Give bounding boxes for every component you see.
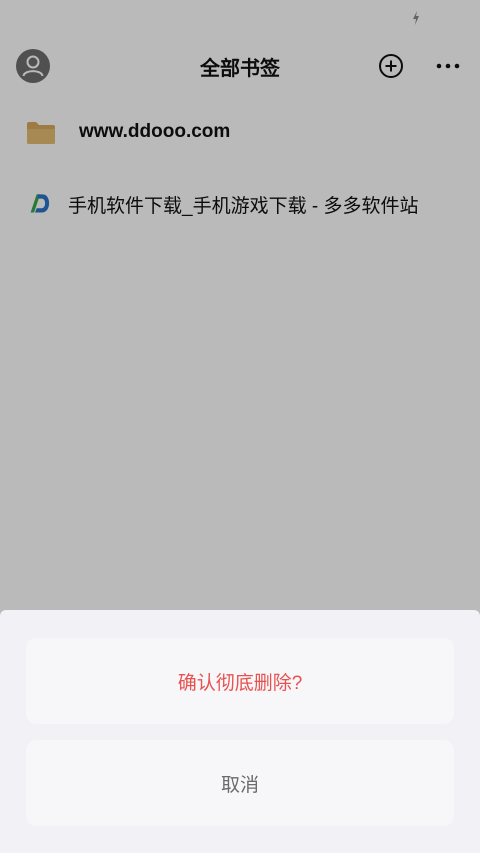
delete-action-sheet: 确认彻底删除? 取消: [0, 610, 480, 853]
bookmarks-screen: 2:34 全部书签 www.ddooo.com 手机软件下载_手机游戏下载 - …: [0, 0, 480, 853]
cancel-button[interactable]: 取消: [26, 740, 454, 826]
confirm-delete-button[interactable]: 确认彻底删除?: [26, 638, 454, 724]
